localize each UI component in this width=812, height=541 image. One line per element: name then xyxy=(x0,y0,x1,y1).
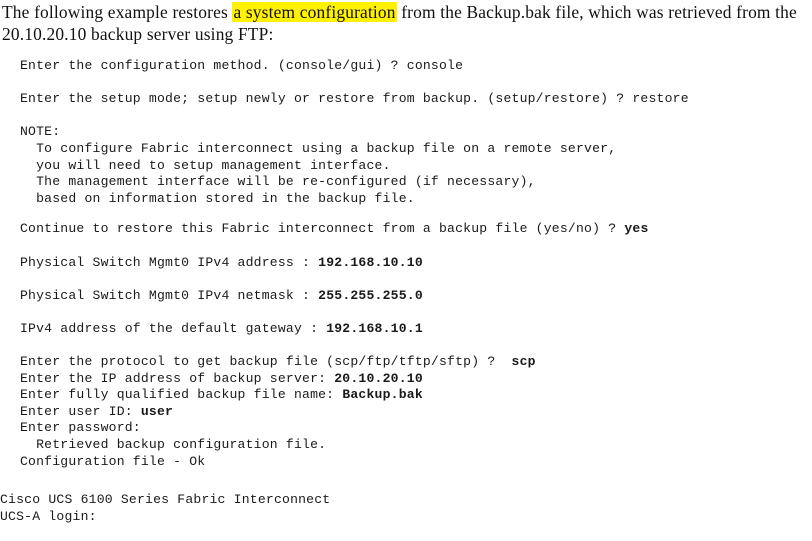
console-prompt-text: Enter the configuration method. (console… xyxy=(20,58,464,73)
console-prompt-text: Continue to restore this Fabric intercon… xyxy=(20,221,625,237)
console-line: Enter password: xyxy=(20,420,812,437)
intro-text-before: The following example restores xyxy=(2,2,233,22)
console-block-default-gateway: IPv4 address of the default gateway : 19… xyxy=(0,321,812,338)
console-line: Physical Switch Mgmt0 IPv4 netmask : 255… xyxy=(20,288,812,305)
console-block-setup-mode: Enter the setup mode; setup newly or res… xyxy=(0,91,812,108)
console-output-block: Enter the configuration method. (console… xyxy=(0,58,812,525)
console-prompt-text: Enter the setup mode; setup newly or res… xyxy=(20,91,689,107)
console-user-input: 192.168.10.10 xyxy=(318,254,423,270)
console-user-input: 192.168.10.1 xyxy=(326,320,423,336)
console-block-mgmt-ipv4-address: Physical Switch Mgmt0 IPv4 address : 192… xyxy=(0,255,812,272)
console-user-input: user xyxy=(140,403,174,419)
console-line: Enter fully qualified backup file name: … xyxy=(20,387,812,404)
highlighted-phrase: a system configuration xyxy=(232,2,397,22)
console-prompt-text: Configuration file - Ok xyxy=(20,453,206,469)
page-canvas: The following example restores a system … xyxy=(0,0,812,541)
console-line: The management interface will be re-conf… xyxy=(20,174,812,191)
console-prompt-text: The management interface will be re-conf… xyxy=(20,174,536,190)
console-prompt-text: Physical Switch Mgmt0 IPv4 address : xyxy=(20,254,319,270)
console-line: you will need to setup management interf… xyxy=(20,158,812,175)
console-line: Cisco UCS 6100 Series Fabric Interconnec… xyxy=(0,492,812,509)
console-block-continue-restore: Continue to restore this Fabric intercon… xyxy=(0,221,812,238)
console-prompt-text: IPv4 address of the default gateway : xyxy=(20,320,327,336)
console-prompt-text: Enter the protocol to get backup file (s… xyxy=(20,354,512,370)
console-line: NOTE: xyxy=(20,124,812,141)
console-user-input: 20.10.20.10 xyxy=(334,370,423,386)
console-prompt-text: Physical Switch Mgmt0 IPv4 netmask : xyxy=(20,287,319,303)
console-prompt-text: Retrieved backup configuration file. xyxy=(20,437,327,453)
console-prompt-text: To configure Fabric interconnect using a… xyxy=(20,140,617,156)
console-block-backup-transfer: Enter the protocol to get backup file (s… xyxy=(0,354,812,470)
console-user-input: scp xyxy=(511,354,536,370)
console-prompt-text: Enter user ID: xyxy=(20,403,141,419)
console-line: Continue to restore this Fabric intercon… xyxy=(20,221,812,238)
console-user-input: yes xyxy=(624,221,649,237)
console-line: Enter user ID: user xyxy=(20,404,812,421)
console-block-note: NOTE: To configure Fabric interconnect u… xyxy=(0,124,812,207)
console-line: Enter the setup mode; setup newly or res… xyxy=(20,91,812,108)
console-prompt-text: Enter the IP address of backup server: xyxy=(20,370,335,386)
intro-paragraph: The following example restores a system … xyxy=(0,0,812,45)
console-prompt-text: Enter fully qualified backup file name: xyxy=(20,387,343,403)
console-block-login-banner: Cisco UCS 6100 Series Fabric Interconnec… xyxy=(0,492,812,525)
console-line: UCS-A login: xyxy=(0,509,812,526)
console-prompt-text: based on information stored in the backu… xyxy=(20,190,415,206)
console-prompt-text: you will need to setup management interf… xyxy=(20,157,391,173)
console-prompt-text: NOTE: xyxy=(20,124,61,140)
console-block-config-method: Enter the configuration method. (console… xyxy=(0,58,812,75)
console-line: Physical Switch Mgmt0 IPv4 address : 192… xyxy=(20,255,812,272)
console-prompt-text: UCS-A login: xyxy=(0,508,97,524)
console-user-input: 255.255.255.0 xyxy=(318,287,423,303)
console-line: To configure Fabric interconnect using a… xyxy=(20,141,812,158)
console-line: based on information stored in the backu… xyxy=(20,191,812,208)
console-line: Retrieved backup configuration file. xyxy=(20,437,812,454)
console-line: Enter the IP address of backup server: 2… xyxy=(20,371,812,388)
console-line: Enter the configuration method. (console… xyxy=(20,58,812,75)
console-line: Configuration file - Ok xyxy=(20,454,812,471)
console-prompt-text: Cisco UCS 6100 Series Fabric Interconnec… xyxy=(0,492,331,508)
console-block-mgmt-ipv4-netmask: Physical Switch Mgmt0 IPv4 netmask : 255… xyxy=(0,288,812,305)
console-user-input: Backup.bak xyxy=(342,387,423,403)
console-prompt-text: Enter password: xyxy=(20,420,141,436)
console-line: Enter the protocol to get backup file (s… xyxy=(20,354,812,371)
console-line: IPv4 address of the default gateway : 19… xyxy=(20,321,812,338)
